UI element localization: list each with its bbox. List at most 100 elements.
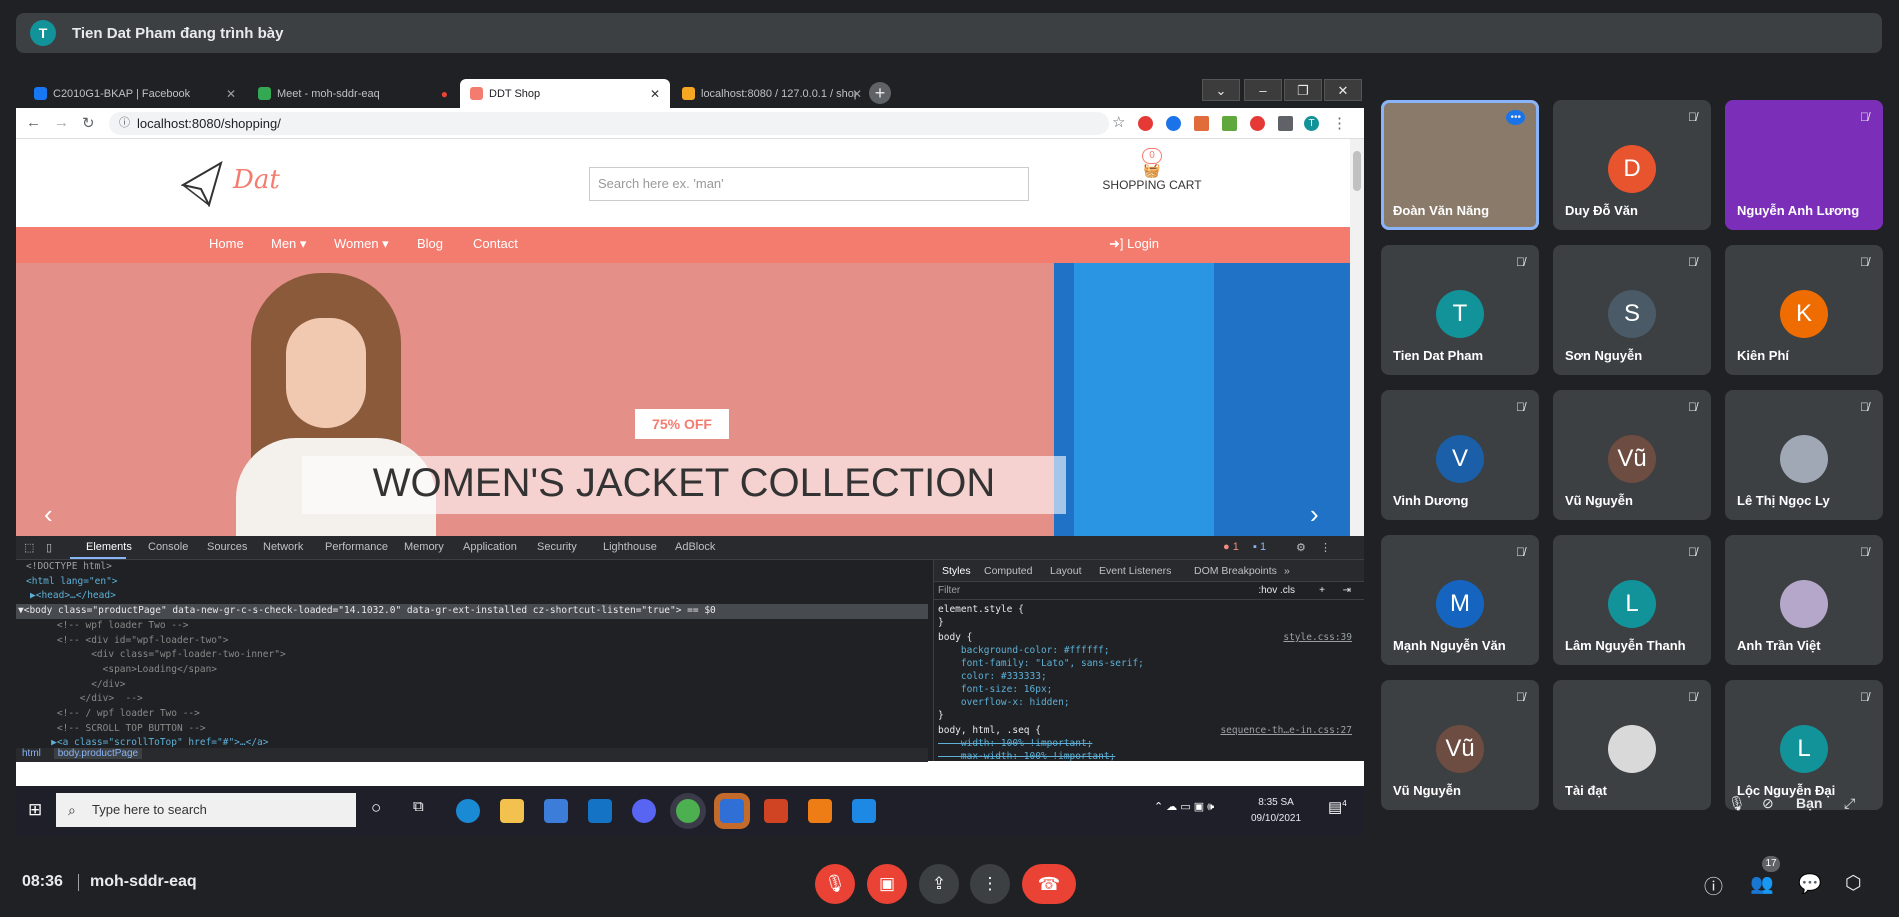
adblock-icon[interactable] (1250, 116, 1265, 131)
taskbar-search[interactable]: ⌕ Type here to search (56, 793, 356, 827)
nav-men[interactable]: Men ▾ (271, 236, 306, 252)
cortana-icon[interactable]: ○ (371, 798, 381, 818)
tab-application[interactable]: Application (463, 541, 517, 553)
participant-tile[interactable]: Vũ 🎙̸ Vũ Nguyễn (1553, 390, 1711, 520)
tray-icons[interactable]: ⌃ ☁ ▭ ▣ 🕪 (1154, 800, 1214, 814)
camera-toggle-button[interactable]: ▣ (867, 864, 907, 904)
extension-icon[interactable] (1166, 116, 1181, 131)
breadcrumb-item[interactable]: html (22, 748, 41, 759)
style-line[interactable]: overflow-x: hidden; (938, 697, 1070, 708)
browser-tab-active[interactable]: DDT Shop ✕ (460, 79, 670, 108)
close-icon[interactable]: ✕ (650, 87, 660, 101)
tab-adblock[interactable]: AdBlock (675, 541, 715, 553)
bookmark-star-icon[interactable]: ☆ (1112, 113, 1125, 131)
participant-tile[interactable]: 🎙̸ Lê Thị Ngọc Ly (1725, 390, 1883, 520)
task-view-icon[interactable]: ⧉ (413, 798, 424, 815)
dom-line[interactable]: <!-- SCROLL TOP BUTTON --> (16, 722, 928, 737)
camera-off-icon[interactable]: ⊘ (1762, 795, 1774, 812)
tab-layout[interactable]: Layout (1050, 565, 1082, 577)
style-source-link[interactable]: style.css:39 (1283, 632, 1352, 643)
address-bar[interactable]: ⓘ localhost:8080/shopping/ (109, 112, 1109, 135)
slider-prev-icon[interactable]: ‹ (44, 499, 53, 530)
filter-tools[interactable]: :hov .cls (1258, 582, 1295, 600)
site-logo[interactable]: Dat (180, 160, 281, 208)
site-scrollbar[interactable] (1350, 139, 1364, 536)
minimize-button[interactable]: – (1244, 79, 1282, 101)
style-line[interactable]: width: 100% !important; (938, 738, 1093, 749)
participant-menu-icon[interactable]: ••• (1506, 110, 1525, 125)
devtools-menu-icon[interactable]: ⋮ (1320, 541, 1331, 554)
message-count[interactable]: ▪ 1 (1253, 541, 1266, 553)
tab-elements[interactable]: Elements (86, 541, 132, 553)
dom-line[interactable]: <div class="wpf-loader-two-inner"> (16, 648, 928, 663)
chrome-icon[interactable] (676, 799, 700, 823)
styles-filter[interactable]: Filter :hov .cls + ⇥ (934, 582, 1364, 600)
browser-tab[interactable]: localhost:8080 / 127.0.0.1 / shop ✕ (672, 79, 872, 108)
tab-performance[interactable]: Performance (325, 541, 388, 553)
dom-line[interactable]: <html lang="en"> (16, 575, 928, 590)
dom-line[interactable]: </div> (16, 678, 928, 693)
shopping-cart[interactable]: 0 🧺 SHOPPING CART (1082, 145, 1222, 195)
participant-tile[interactable]: L 🎙̸ Lâm Nguyễn Thanh (1553, 535, 1711, 665)
participant-tile[interactable]: S 🎙̸ Sơn Nguyễn (1553, 245, 1711, 375)
new-rule-icon[interactable]: + (1319, 582, 1325, 600)
dom-line[interactable]: <span>Loading</span> (16, 663, 928, 678)
style-line[interactable]: background-color: #ffffff; (938, 645, 1110, 656)
browser-tab[interactable]: C2010G1-BKAP | Facebook ✕ (24, 79, 246, 108)
nav-home[interactable]: Home (209, 236, 244, 251)
filter-input[interactable]: Filter (938, 585, 960, 596)
dom-line[interactable]: <!-- / wpf loader Two --> (16, 707, 928, 722)
tab-computed[interactable]: Computed (984, 565, 1032, 577)
login-link[interactable]: ➜] Login (1109, 236, 1159, 252)
people-icon[interactable]: 👥 (1750, 872, 1774, 896)
tab-console[interactable]: Console (148, 541, 188, 553)
style-line[interactable]: font-family: "Lato", sans-serif; (938, 658, 1144, 669)
inspect-icon[interactable]: ⬚ (24, 541, 34, 554)
participant-tile[interactable]: 🎙̸ Tài đạt (1553, 680, 1711, 810)
discord-icon[interactable] (632, 799, 656, 823)
site-search-input[interactable]: Search here ex. 'man' (589, 167, 1029, 201)
participant-tile[interactable]: T 🎙̸ Tien Dat Pham (1381, 245, 1539, 375)
notification-icon[interactable]: ▤4 (1328, 798, 1347, 816)
file-explorer-icon[interactable] (500, 799, 524, 823)
forward-icon[interactable]: → (54, 114, 69, 131)
kebab-menu-icon[interactable]: ⋮ (1332, 114, 1347, 132)
tab-dom-breakpoints[interactable]: DOM Breakpoints (1194, 565, 1277, 577)
tab-network[interactable]: Network (263, 541, 303, 553)
style-line[interactable]: font-size: 16px; (938, 684, 1053, 695)
tools-extension-icon[interactable] (1222, 116, 1237, 131)
participant-tile[interactable]: 🎙̸ Nguyễn Anh Lương (1725, 100, 1883, 230)
participant-tile[interactable]: V 🎙̸ Vinh Dương (1381, 390, 1539, 520)
mail-icon[interactable] (588, 799, 612, 823)
dom-line[interactable]: ▶<head>…</head> (16, 589, 928, 604)
color-picker-icon[interactable] (1194, 116, 1209, 131)
error-count[interactable]: ● 1 (1223, 541, 1239, 553)
participant-tile[interactable]: K 🎙̸ Kiên Phí (1725, 245, 1883, 375)
dom-line[interactable]: <!DOCTYPE html> (16, 560, 928, 575)
toggle-sidebar-icon[interactable]: ⇥ (1343, 582, 1351, 600)
windows-start-icon[interactable]: ⊞ (28, 800, 42, 820)
mic-off-icon[interactable]: 🎙 (1728, 795, 1746, 812)
nav-contact[interactable]: Contact (473, 236, 518, 251)
device-toolbar-icon[interactable]: ▯ (46, 541, 52, 554)
info-icon[interactable]: ⓘ (119, 112, 130, 135)
dom-line[interactable]: </div> --> (16, 692, 928, 707)
back-icon[interactable]: ← (26, 114, 41, 131)
style-line[interactable]: max-width: 100% !important; (938, 751, 1115, 762)
activities-icon[interactable]: ⬡ (1845, 872, 1862, 895)
participant-tile[interactable]: 🎙̸ Anh Trần Việt (1725, 535, 1883, 665)
chat-icon[interactable]: 💬 (1798, 872, 1822, 896)
style-line[interactable]: color: #333333; (938, 671, 1047, 682)
tab-sources[interactable]: Sources (207, 541, 247, 553)
new-tab-button[interactable]: + (869, 82, 891, 104)
zalo-icon[interactable] (720, 799, 744, 823)
powerpoint-icon[interactable] (764, 799, 788, 823)
vscode-icon[interactable] (852, 799, 876, 823)
tab-lighthouse[interactable]: Lighthouse (603, 541, 657, 553)
breadcrumb-item-active[interactable]: body.productPage (53, 748, 143, 759)
tab-memory[interactable]: Memory (404, 541, 444, 553)
tab-event-listeners[interactable]: Event Listeners (1099, 565, 1171, 577)
taskbar-clock[interactable]: 8:35 SA 09/10/2021 (1251, 795, 1301, 827)
close-icon[interactable]: ✕ (852, 87, 862, 101)
scroll-thumb[interactable] (1353, 151, 1361, 191)
